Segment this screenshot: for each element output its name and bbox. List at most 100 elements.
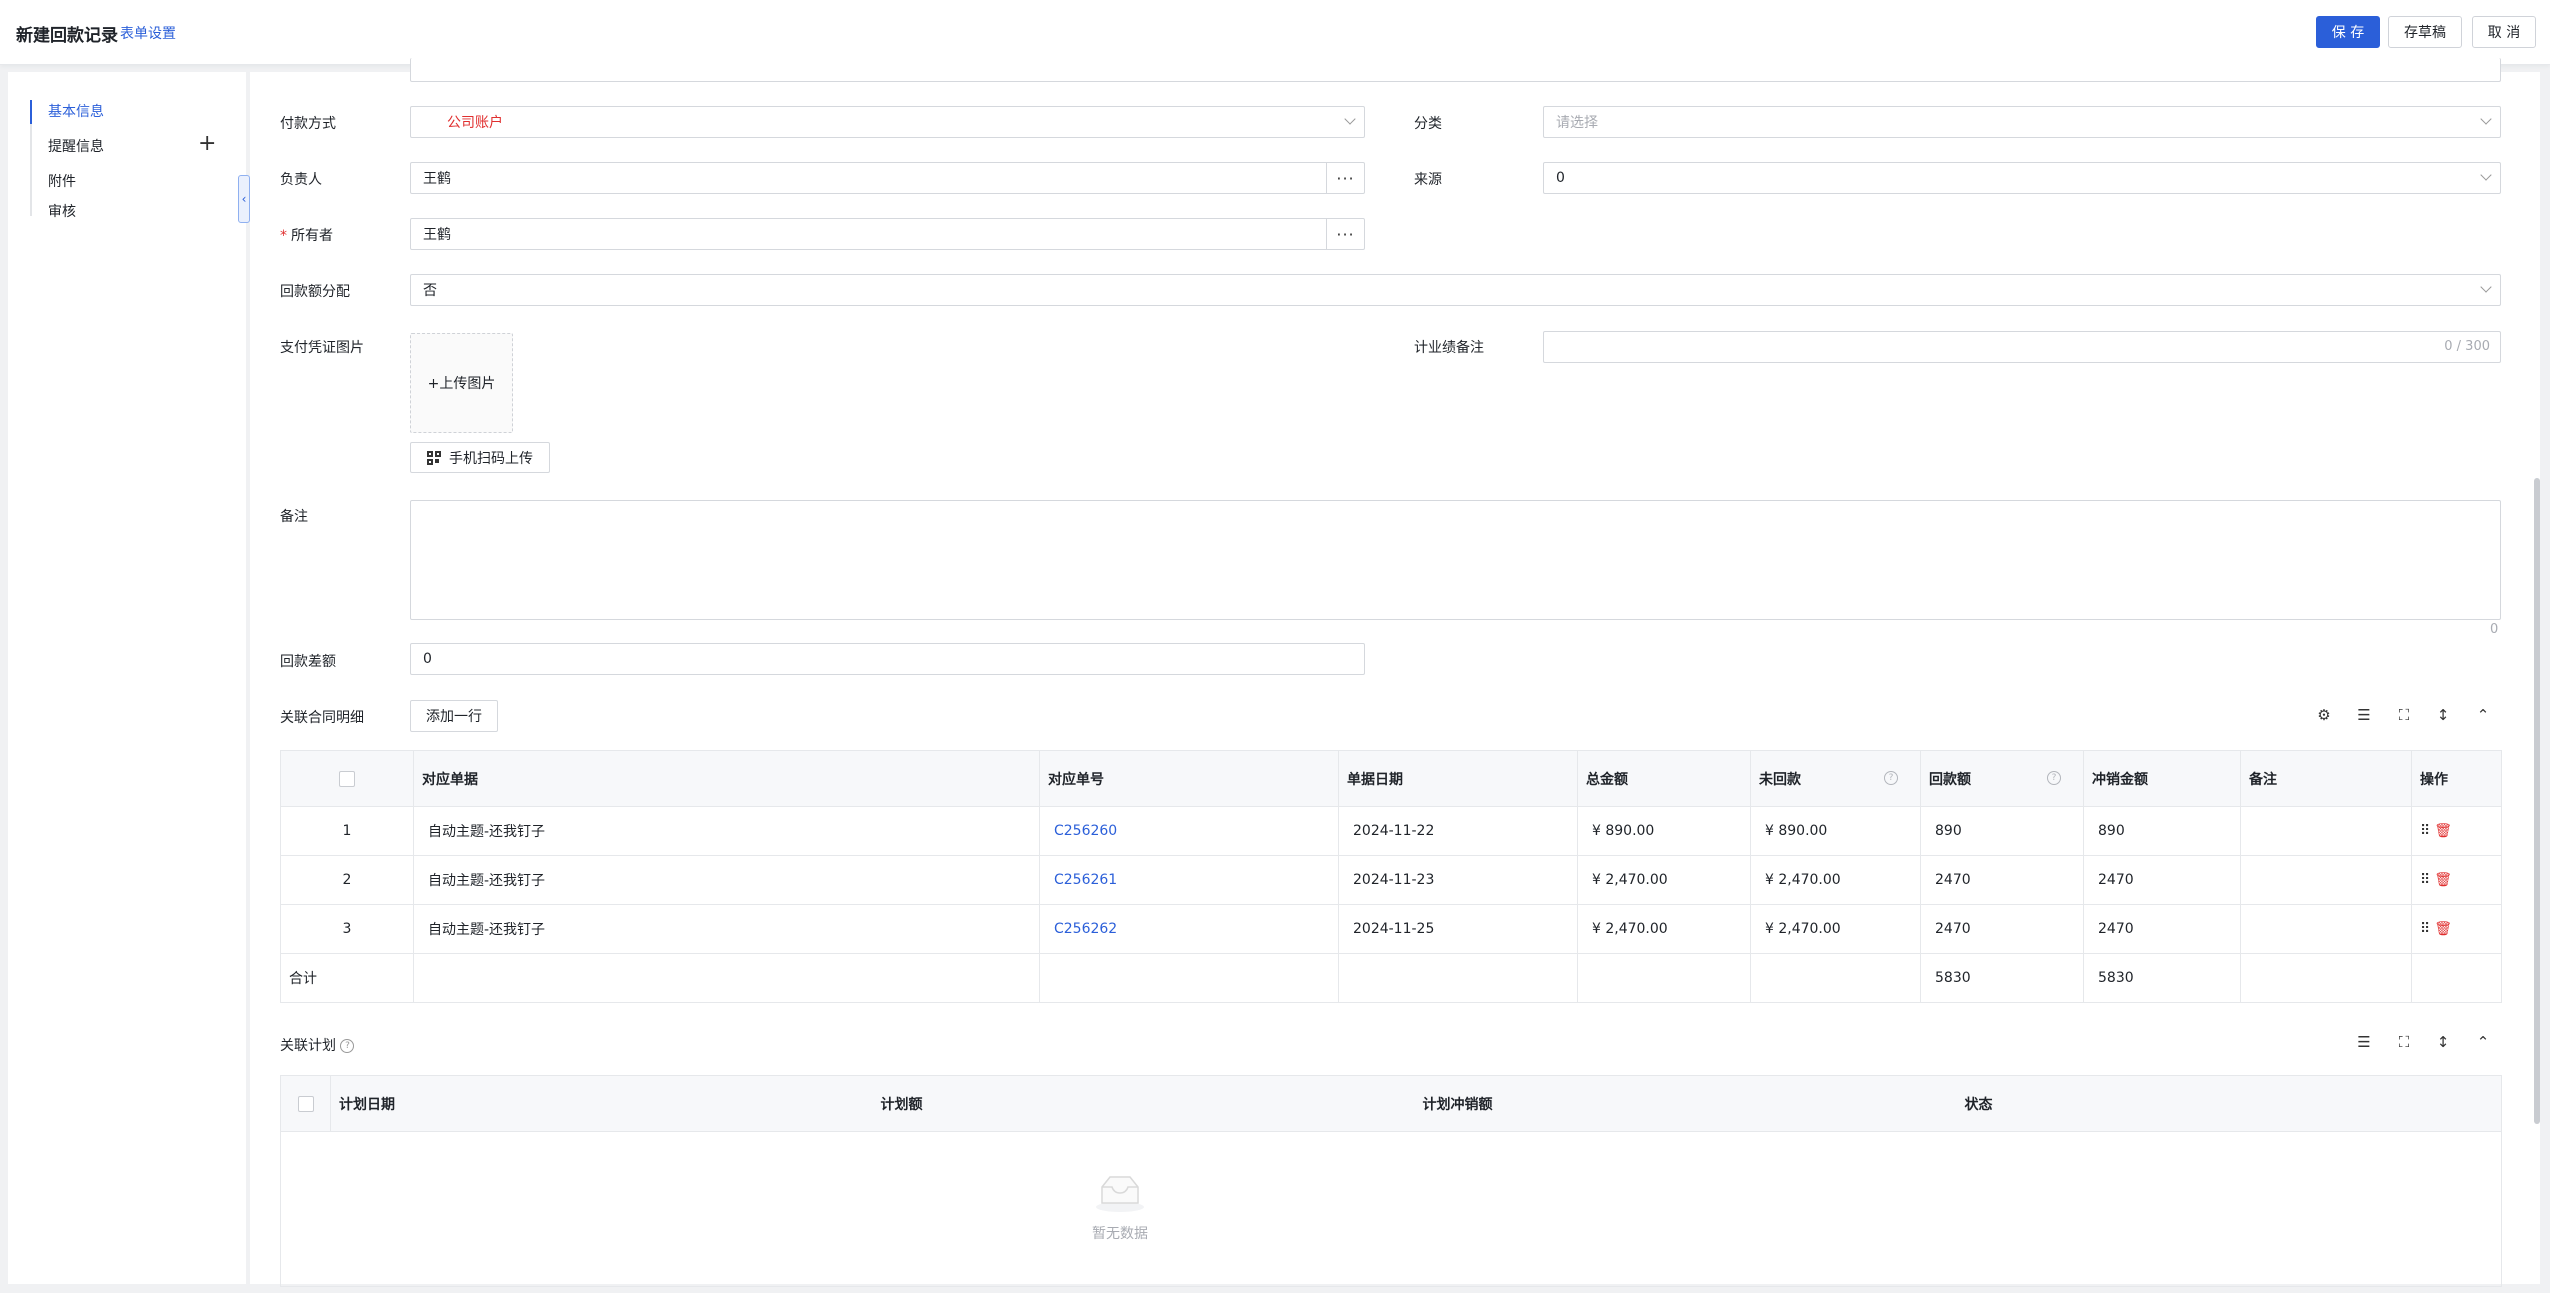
empty-state: 暂无数据: [1070, 1173, 1170, 1243]
collapse-sidebar-chevron-icon[interactable]: ‹: [238, 175, 250, 223]
drag-handle-icon[interactable]: ⠿: [2420, 823, 2430, 839]
chevron-up-icon[interactable]: ⌃: [2473, 1032, 2493, 1052]
perf-note-input[interactable]: 0 / 300: [1543, 331, 2501, 363]
save-draft-button[interactable]: 存草稿: [2388, 16, 2462, 48]
col-plan-date: 计划日期: [330, 1075, 873, 1132]
drag-handle-icon[interactable]: ⠿: [2420, 921, 2430, 937]
nav-item-review[interactable]: 审核: [48, 201, 76, 221]
responsible-value: 王鹤: [423, 171, 451, 187]
source-value: 0: [1556, 170, 1565, 186]
owner-field[interactable]: 王鹤 ···: [410, 218, 1365, 250]
col-date: 单据日期: [1338, 750, 1578, 807]
help-icon[interactable]: ?: [340, 1039, 355, 1053]
remark-counter: 0: [2490, 622, 2499, 637]
voucher-label: 支付凭证图片: [280, 340, 364, 356]
owner-value: 王鹤: [423, 227, 451, 243]
nav-item-basic-info[interactable]: 基本信息: [48, 101, 104, 121]
perf-note-label: 计业绩备注: [1414, 340, 1484, 356]
help-icon[interactable]: ?: [1884, 771, 1898, 785]
more-options-icon[interactable]: ···: [1326, 219, 1364, 249]
document-no-link[interactable]: C256260: [1054, 823, 1117, 839]
row-height-icon[interactable]: ☰: [2354, 705, 2374, 725]
empty-box-icon: [1096, 1176, 1144, 1212]
contract-detail-table: 对应单据 对应单号 单据日期 总金额 未回款? 回款额? 冲销金额 备注 操作 …: [280, 750, 2502, 1003]
payment-method-value: 公司账户: [447, 115, 503, 131]
col-paid: 回款额?: [1920, 750, 2084, 807]
drag-handle-icon[interactable]: ⠿: [2420, 872, 2430, 888]
table-row: 2 自动主题-还我钉子 C256261 2024-11-23 ¥ 2,470.0…: [280, 855, 2502, 905]
help-icon[interactable]: ?: [2047, 771, 2061, 785]
nav-item-reminder[interactable]: 提醒信息: [48, 136, 104, 156]
previous-field-edge: [410, 58, 2501, 82]
col-document: 对应单据: [413, 750, 1040, 807]
difference-value: 0: [423, 651, 432, 667]
allocation-select[interactable]: 否: [410, 274, 2501, 306]
responsible-field[interactable]: 王鹤 ···: [410, 162, 1365, 194]
required-mark: *: [280, 228, 287, 244]
allocation-value: 否: [423, 283, 437, 299]
col-plan-amount: 计划额: [872, 1075, 1415, 1132]
fullscreen-icon[interactable]: ⛶: [2394, 1032, 2414, 1052]
source-label: 来源: [1414, 172, 1442, 188]
col-remark: 备注: [2240, 750, 2412, 807]
section-nav: 基本信息 提醒信息 + 附件 审核: [8, 72, 246, 1284]
scrollbar[interactable]: [2534, 478, 2540, 1124]
expand-vertical-icon[interactable]: ↕: [2433, 705, 2453, 725]
select-all-checkbox[interactable]: [339, 770, 355, 787]
chevron-down-icon: [2480, 281, 2492, 293]
category-select[interactable]: 请选择: [1543, 106, 2501, 138]
upload-image-button[interactable]: +上传图片: [410, 333, 513, 433]
col-unpaid: 未回款?: [1750, 750, 1921, 807]
col-actions: 操作: [2411, 750, 2502, 807]
source-select[interactable]: 0: [1543, 162, 2501, 194]
empty-text: 暂无数据: [1092, 1226, 1148, 1242]
cancel-button[interactable]: 取 消: [2472, 16, 2536, 48]
chevron-down-icon: [2480, 169, 2492, 181]
chevron-down-icon: [2480, 113, 2492, 125]
owner-label: * 所有者: [280, 228, 333, 244]
allocation-label: 回款额分配: [280, 284, 350, 300]
nav-active-indicator: [30, 100, 32, 124]
row-height-icon[interactable]: ☰: [2354, 1032, 2374, 1052]
category-label: 分类: [1414, 116, 1442, 132]
select-all-checkbox[interactable]: [297, 1095, 314, 1112]
remark-textarea[interactable]: [410, 500, 2501, 620]
payment-method-select[interactable]: 公司账户: [410, 106, 1365, 138]
trash-icon[interactable]: 🗑: [2434, 921, 2452, 937]
col-status: 状态: [1956, 1075, 2502, 1132]
select-all-header: [280, 1075, 331, 1132]
save-button[interactable]: 保 存: [2316, 16, 2380, 48]
payment-method-label: 付款方式: [280, 116, 336, 132]
col-offset: 冲销金额: [2083, 750, 2241, 807]
qr-code-icon: [427, 450, 441, 465]
col-document-no: 对应单号: [1039, 750, 1339, 807]
add-reminder-plus-icon[interactable]: +: [198, 133, 216, 155]
table-row: 1 自动主题-还我钉子 C256260 2024-11-22 ¥ 890.00 …: [280, 806, 2502, 856]
perf-note-counter: 0 / 300: [2444, 339, 2490, 354]
trash-icon[interactable]: 🗑: [2434, 823, 2452, 839]
difference-input[interactable]: 0: [410, 643, 1365, 675]
chevron-down-icon: [1344, 113, 1356, 125]
document-no-link[interactable]: C256262: [1054, 921, 1117, 937]
difference-label: 回款差额: [280, 654, 336, 670]
total-paid: 5830: [1920, 953, 2084, 1003]
select-all-header: [280, 750, 414, 807]
nav-item-attachment[interactable]: 附件: [48, 171, 76, 191]
page-header: 新建回款记录 表单设置 保 存 存草稿 取 消: [0, 0, 2550, 65]
trash-icon[interactable]: 🗑: [2434, 872, 2452, 888]
more-options-icon[interactable]: ···: [1326, 163, 1364, 193]
page-title: 新建回款记录: [16, 26, 118, 46]
chevron-up-icon[interactable]: ⌃: [2473, 705, 2493, 725]
gear-icon[interactable]: ⚙: [2314, 705, 2334, 725]
contract-detail-title: 关联合同明细: [280, 710, 364, 726]
responsible-label: 负责人: [280, 172, 322, 188]
add-row-button[interactable]: 添加一行: [410, 700, 498, 732]
scan-upload-button[interactable]: 手机扫码上传: [410, 442, 550, 473]
form-settings-link[interactable]: 表单设置: [120, 23, 176, 43]
expand-vertical-icon[interactable]: ↕: [2433, 1032, 2453, 1052]
document-no-link[interactable]: C256261: [1054, 872, 1117, 888]
table-row: 3 自动主题-还我钉子 C256262 2024-11-25 ¥ 2,470.0…: [280, 904, 2502, 954]
col-plan-offset: 计划冲销额: [1414, 1075, 1957, 1132]
plan-table: 计划日期 计划额 计划冲销额 状态: [280, 1075, 2502, 1287]
fullscreen-icon[interactable]: ⛶: [2394, 705, 2414, 725]
